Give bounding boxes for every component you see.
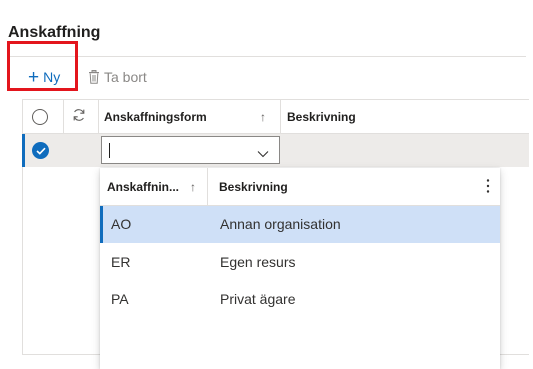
grid-header: Anskaffningsform ↑ Beskrivning <box>23 100 529 134</box>
header-separator <box>280 100 281 133</box>
chevron-down-icon[interactable] <box>257 145 269 163</box>
header-separator <box>207 168 208 205</box>
delete-button-label: Ta bort <box>104 69 147 85</box>
select-all-circle-icon <box>32 108 48 125</box>
row-checkmark-icon[interactable] <box>32 142 49 159</box>
sort-ascending-icon: ↑ <box>190 180 196 194</box>
sort-ascending-icon: ↑ <box>260 109 266 124</box>
text-caret <box>109 143 110 158</box>
list-item[interactable]: AO Annan organisation <box>100 206 500 243</box>
more-options-icon[interactable] <box>486 178 490 197</box>
header-separator <box>98 100 99 133</box>
list-item[interactable]: PA Privat ägare <box>100 281 500 318</box>
list-item[interactable]: ER Egen resurs <box>100 244 500 281</box>
row-selected-indicator <box>22 134 25 167</box>
delete-button[interactable]: Ta bort <box>88 66 147 88</box>
list-item-description: Annan organisation <box>220 216 341 232</box>
table-row[interactable] <box>22 134 529 167</box>
lookup-dropdown: Anskaffnin... ↑ Beskrivning AO Annan org… <box>100 168 500 369</box>
selected-item-indicator <box>100 206 103 243</box>
title-divider <box>8 56 526 57</box>
column-header-form-label: Anskaffningsform <box>104 109 207 124</box>
column-header-form[interactable]: Anskaffningsform ↑ <box>104 100 274 133</box>
dropdown-header: Anskaffnin... ↑ Beskrivning <box>100 168 500 206</box>
dropdown-column-description[interactable]: Beskrivning <box>219 180 288 194</box>
list-item-code: ER <box>111 254 131 270</box>
list-item-code: PA <box>111 291 129 307</box>
refresh-icon <box>72 108 86 125</box>
header-separator <box>63 100 64 133</box>
column-header-description-label: Beskrivning <box>287 109 356 124</box>
trash-icon <box>88 70 100 84</box>
refresh-cell[interactable] <box>72 100 86 133</box>
column-header-description[interactable]: Beskrivning <box>287 100 356 133</box>
new-button[interactable]: + Ny <box>28 66 60 88</box>
list-item-code: AO <box>111 216 132 232</box>
plus-icon: + <box>28 66 40 88</box>
form-combo-input[interactable] <box>101 136 280 164</box>
page-title: Anskaffning <box>8 24 101 41</box>
list-item-description: Egen resurs <box>220 254 296 270</box>
new-button-label: Ny <box>43 69 61 85</box>
select-all-cell[interactable] <box>32 100 48 133</box>
dropdown-column-code[interactable]: Anskaffnin... <box>107 180 179 194</box>
list-item-description: Privat ägare <box>220 291 296 307</box>
